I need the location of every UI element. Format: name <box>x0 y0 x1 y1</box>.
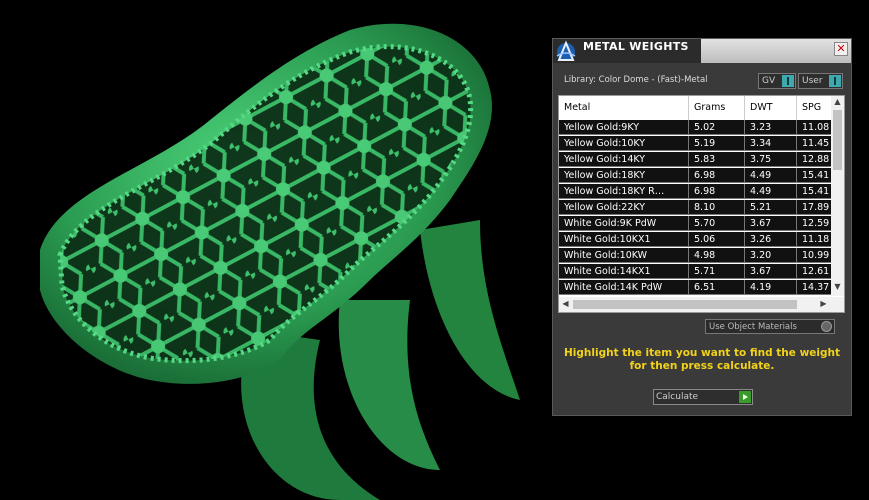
column-header-dwt[interactable]: DWT <box>745 96 797 120</box>
cell-metal: Yellow Gold:18KY R… <box>559 184 689 199</box>
table-header: Metal Grams DWT SPG <box>559 96 844 120</box>
instruction-line: for then press calculate. <box>629 360 775 372</box>
vertical-scrollbar[interactable]: ▲ ▼ <box>831 96 844 296</box>
gv-toggle-label: GV <box>762 76 776 86</box>
vertical-scroll-thumb[interactable] <box>833 110 842 170</box>
metal-weights-panel: METAL WEIGHTS ✕ Library: Color Dome - (F… <box>552 38 852 416</box>
table-row[interactable]: White Gold:14K PdW 6.51 4.19 14.37 <box>559 280 844 295</box>
cell-dwt: 3.26 <box>745 232 797 247</box>
cell-grams: 6.51 <box>689 280 745 295</box>
app-logo-icon <box>556 40 576 61</box>
table-row[interactable]: Yellow Gold:14KY 5.83 3.75 12.88 <box>559 152 844 167</box>
cell-dwt: 3.75 <box>745 152 797 167</box>
table-row[interactable]: Yellow Gold:10KY 5.19 3.34 11.45 <box>559 136 844 151</box>
title-tab: METAL WEIGHTS <box>553 39 701 63</box>
cell-dwt: 3.34 <box>745 136 797 151</box>
radio-icon[interactable] <box>821 321 832 332</box>
cell-grams: 4.98 <box>689 248 745 263</box>
scroll-up-icon[interactable]: ▲ <box>831 97 844 106</box>
cell-grams: 8.10 <box>689 200 745 215</box>
cell-grams: 5.06 <box>689 232 745 247</box>
table-row[interactable]: White Gold:10KX1 5.06 3.26 11.18 <box>559 232 844 247</box>
horizontal-scroll-thumb[interactable] <box>573 300 797 309</box>
close-icon: ✕ <box>836 42 846 55</box>
cell-metal: Yellow Gold:18KY <box>559 168 689 183</box>
cell-dwt: 3.23 <box>745 120 797 135</box>
use-object-materials-label: Use Object Materials <box>709 322 797 332</box>
cell-metal: White Gold:14KX1 <box>559 264 689 279</box>
user-toggle-label: User <box>802 76 823 86</box>
scroll-right-icon[interactable]: ▶ <box>817 299 830 308</box>
calculate-label: Calculate <box>656 392 699 402</box>
cell-metal: Yellow Gold:14KY <box>559 152 689 167</box>
cell-dwt: 3.67 <box>745 264 797 279</box>
panel-titlebar[interactable]: METAL WEIGHTS ✕ <box>553 39 851 63</box>
table-row[interactable]: White Gold:10KW 4.98 3.20 10.99 <box>559 248 844 263</box>
table-row[interactable]: Yellow Gold:9KY 5.02 3.23 11.08 <box>559 120 844 135</box>
cell-grams: 6.98 <box>689 184 745 199</box>
cell-dwt: 4.49 <box>745 184 797 199</box>
close-button[interactable]: ✕ <box>834 42 848 56</box>
table-row[interactable]: Yellow Gold:22KY 8.10 5.21 17.89 <box>559 200 844 215</box>
scroll-down-icon[interactable]: ▼ <box>831 282 844 291</box>
scroll-left-icon[interactable]: ◀ <box>559 299 572 308</box>
cell-metal: Yellow Gold:22KY <box>559 200 689 215</box>
metal-table[interactable]: Metal Grams DWT SPG Yellow Gold:9KY 5.02 3… <box>558 95 845 313</box>
table-row[interactable]: White Gold:9K PdW 5.70 3.67 12.59 <box>559 216 844 231</box>
instruction-line: Highlight the item you want to find the … <box>564 347 840 359</box>
horizontal-scrollbar[interactable]: ◀ ▶ <box>559 297 844 312</box>
cell-metal: Yellow Gold:9KY <box>559 120 689 135</box>
cell-dwt: 3.67 <box>745 216 797 231</box>
cell-grams: 5.02 <box>689 120 745 135</box>
cell-grams: 5.83 <box>689 152 745 167</box>
cell-dwt: 4.19 <box>745 280 797 295</box>
instruction-text: Highlight the item you want to find the … <box>563 347 841 373</box>
user-toggle[interactable]: User <box>798 73 843 89</box>
use-object-materials-option[interactable]: Use Object Materials <box>705 319 835 334</box>
cell-dwt: 5.21 <box>745 200 797 215</box>
calculate-button[interactable]: Calculate <box>653 389 753 405</box>
cell-grams: 5.19 <box>689 136 745 151</box>
ring-model[interactable] <box>40 23 520 500</box>
column-header-grams[interactable]: Grams <box>689 96 745 120</box>
play-arrow-icon <box>739 391 751 403</box>
cell-grams: 6.98 <box>689 168 745 183</box>
panel-title: METAL WEIGHTS <box>583 40 689 53</box>
cell-metal: White Gold:14K PdW <box>559 280 689 295</box>
cell-grams: 5.71 <box>689 264 745 279</box>
library-label: Library: Color Dome - (Fast)-Metal <box>564 75 708 85</box>
cell-metal: White Gold:9K PdW <box>559 216 689 231</box>
cell-dwt: 3.20 <box>745 248 797 263</box>
cell-dwt: 4.49 <box>745 168 797 183</box>
cell-grams: 5.70 <box>689 216 745 231</box>
column-header-metal[interactable]: Metal <box>559 96 689 120</box>
toggle-switch-icon <box>782 75 794 87</box>
toggle-switch-icon <box>829 75 841 87</box>
cell-metal: White Gold:10KX1 <box>559 232 689 247</box>
cell-metal: White Gold:10KW <box>559 248 689 263</box>
table-row[interactable]: Yellow Gold:18KY R… 6.98 4.49 15.41 <box>559 184 844 199</box>
cell-metal: Yellow Gold:10KY <box>559 136 689 151</box>
table-row[interactable]: Yellow Gold:18KY 6.98 4.49 15.41 <box>559 168 844 183</box>
table-row[interactable]: White Gold:14KX1 5.71 3.67 12.61 <box>559 264 844 279</box>
gv-toggle[interactable]: GV <box>758 73 796 89</box>
